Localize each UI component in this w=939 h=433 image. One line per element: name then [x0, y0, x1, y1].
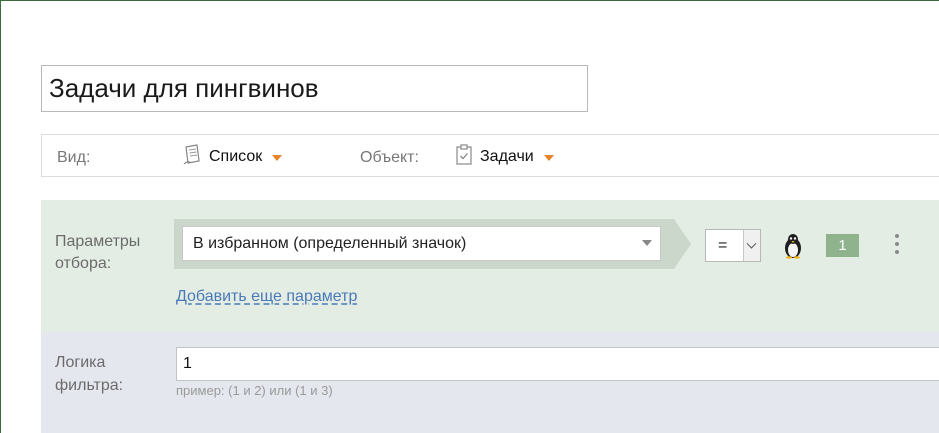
filter-param-value: В избранном (определенный значок)	[193, 235, 467, 252]
window-border-left	[0, 0, 1, 433]
chevron-down-icon	[272, 155, 283, 161]
logic-panel: Логика фильтра: 1 пример: (1 и 2) или (1…	[41, 332, 939, 433]
operator-select[interactable]: =	[705, 229, 761, 262]
count-badge: 1	[826, 234, 859, 257]
object-label: Объект:	[360, 149, 419, 166]
filter-param-select[interactable]: В избранном (определенный значок)	[182, 226, 661, 261]
chevron-down-icon	[746, 238, 757, 249]
window-border-top	[0, 0, 939, 1]
clipboard-check-icon	[455, 143, 473, 171]
logic-hint: пример: (1 и 2) или (1 и 3)	[176, 383, 333, 398]
view-select-label: Список	[209, 148, 263, 165]
add-param-link[interactable]: Добавить еще параметр	[176, 288, 357, 306]
logic-label: Логика фильтра:	[55, 351, 135, 397]
chevron-down-icon	[642, 240, 652, 246]
operator-value: =	[718, 237, 728, 254]
filter-panel: Параметры отбора: В избранном (определен…	[41, 200, 939, 332]
penguin-icon[interactable]	[781, 233, 805, 259]
view-bar: Вид: Список Объект: Задачи	[41, 134, 939, 177]
report-title-input[interactable]: Задачи для пингвинов	[41, 65, 588, 112]
logic-label-text: Логика фильтра:	[55, 354, 124, 394]
filter-row-arrow	[674, 219, 691, 269]
view-select[interactable]: Список	[182, 143, 283, 171]
operator-dropdown-button[interactable]	[743, 230, 760, 261]
more-vertical-icon[interactable]	[894, 234, 900, 256]
logic-input[interactable]: 1	[176, 347, 939, 381]
view-label: Вид:	[57, 149, 91, 166]
object-select-label: Задачи	[480, 148, 534, 165]
list-icon	[182, 143, 202, 171]
filter-label: Параметры отбора:	[55, 233, 141, 272]
object-select[interactable]: Задачи	[455, 143, 554, 171]
chevron-down-icon	[543, 155, 554, 161]
